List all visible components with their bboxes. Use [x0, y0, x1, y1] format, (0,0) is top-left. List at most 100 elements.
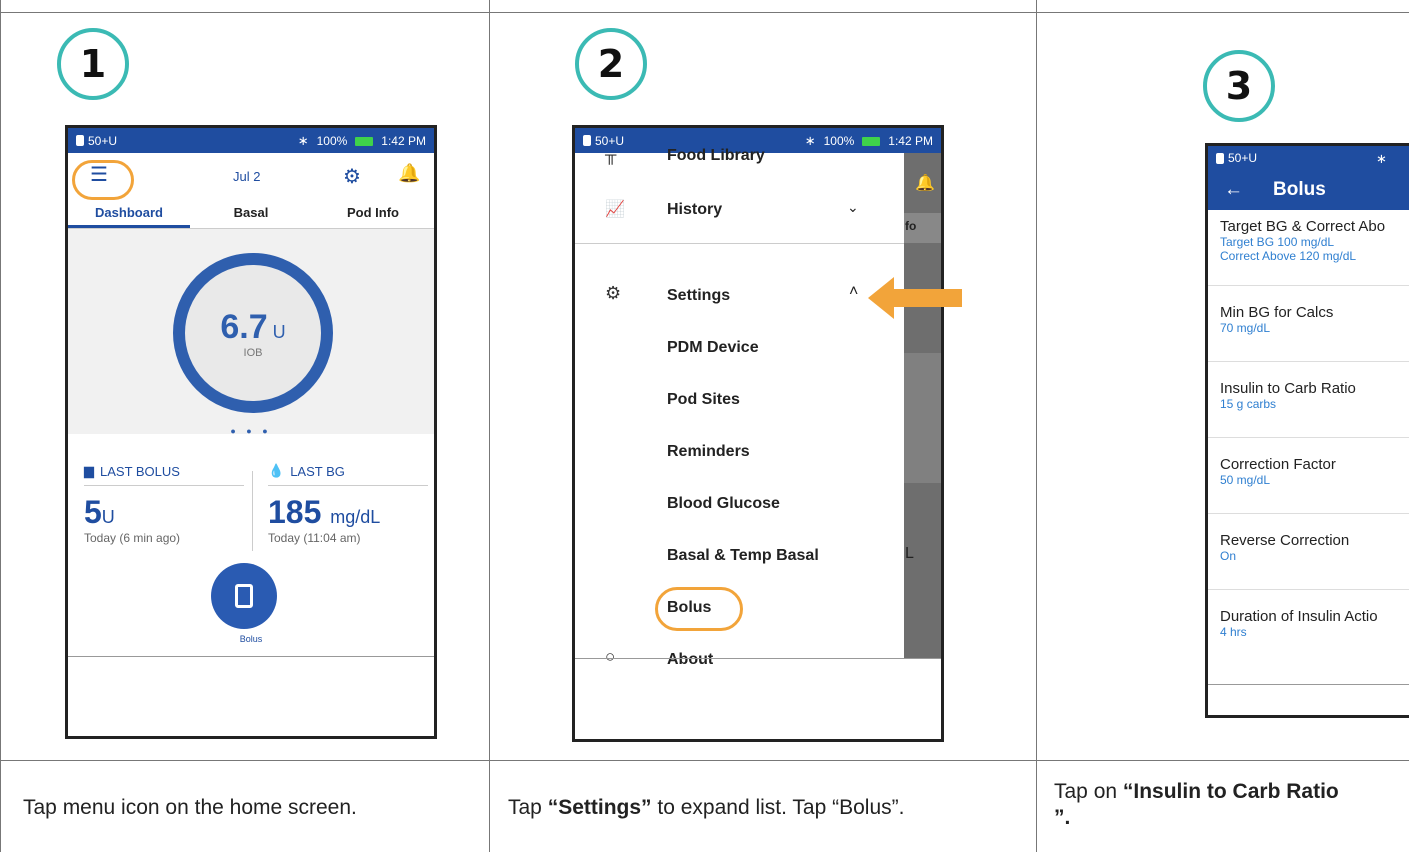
setting-title: Min BG for Calcs	[1220, 304, 1334, 321]
bolus-header: ← Bolus	[1208, 170, 1409, 210]
gear-icon: ⚙	[605, 283, 622, 303]
step-1-badge: 1	[57, 28, 129, 100]
phone-home-screen: 50+U ∗ 100% 1:42 PM ☰ Jul 2 ⚙ 🔔 Dashboar…	[65, 125, 437, 739]
dimmed-background[interactable]: 🔔 fo L	[901, 153, 941, 659]
bolus-highlight-ring	[655, 587, 743, 631]
status-bar: 50+U ∗ 100% 1:42 PM	[68, 128, 434, 153]
status-battery-percent: 100%	[316, 134, 348, 148]
setting-value: Correct Above 120 mg/dL	[1220, 249, 1357, 263]
status-time: 1:42 PM	[888, 134, 933, 148]
gear-icon[interactable]: ⚙	[343, 164, 361, 189]
nav-divider	[1208, 684, 1409, 685]
chevron-up-icon[interactable]: ˄	[849, 283, 858, 301]
menu-item-reminders[interactable]: Reminders	[667, 443, 750, 461]
setting-title: Target BG & Correct Abo	[1220, 218, 1386, 235]
menu-item-basal-temp-basal[interactable]: Basal & Temp Basal	[667, 547, 819, 565]
nav-divider	[68, 656, 434, 657]
last-bolus-value: 5U	[84, 494, 115, 530]
iob-ring[interactable]: 6.7 U IOB	[173, 253, 333, 413]
status-time: 1:42 PM	[381, 134, 426, 148]
menu-item-pdm-device[interactable]: PDM Device	[667, 339, 759, 357]
tab-basal[interactable]: Basal	[190, 199, 312, 228]
setting-value: 15 g carbs	[1220, 397, 1277, 411]
menu-item-blood-glucose[interactable]: Blood Glucose	[667, 495, 780, 513]
menu-item-settings[interactable]: Settings	[667, 287, 730, 305]
setting-row-target-bg[interactable]: Target BG & Correct Abo Target BG 100 mg…	[1208, 210, 1409, 286]
home-tabs: Dashboard Basal Pod Info	[68, 199, 434, 229]
step-3-badge: 3	[1203, 50, 1275, 122]
menu-item-pod-sites[interactable]: Pod Sites	[667, 391, 740, 409]
bluetooth-icon: ∗	[1376, 151, 1387, 166]
page-indicator: ● ● ●	[230, 426, 272, 436]
pod-battery-icon	[583, 135, 591, 146]
last-bg-header: 💧 LAST BG	[268, 463, 428, 486]
screen-title: Bolus	[1273, 179, 1326, 200]
step-2-badge: 2	[575, 28, 647, 100]
table-column-divider-1	[489, 0, 490, 852]
setting-title: Correction Factor	[1220, 456, 1336, 473]
battery-icon	[862, 136, 881, 146]
bluetooth-icon: ∗	[804, 133, 816, 148]
iob-panel: 6.7 U IOB ● ● ●	[68, 229, 434, 436]
setting-row-insulin-carb-ratio[interactable]: Insulin to Carb Ratio 15 g carbs	[1208, 362, 1409, 438]
setting-value: 50 mg/dL	[1220, 473, 1271, 487]
date-label: Jul 2	[233, 169, 261, 184]
dimmed-unit-text: L	[905, 545, 914, 562]
chart-line-icon: 📈	[605, 201, 625, 218]
step-2-caption: Tap “Settings” to expand list. Tap “Bolu…	[508, 796, 905, 819]
menu-item-about[interactable]: About	[667, 651, 713, 669]
table-row-divider	[0, 760, 1409, 761]
table-column-divider-2	[1036, 0, 1037, 852]
setting-value: Target BG 100 mg/dL	[1220, 235, 1335, 249]
last-bg-value: 185 mg/dL	[268, 494, 381, 530]
last-bg-panel: 💧 LAST BG 185 mg/dL Today (11:04 am)	[268, 463, 428, 545]
pod-battery-icon	[76, 135, 84, 146]
status-bar: 50+U ∗	[1208, 146, 1409, 170]
last-bolus-panel: ▆ LAST BOLUS 5U Today (6 min ago)	[84, 463, 244, 545]
bolus-vial-icon: ▆	[84, 463, 94, 478]
bolus-button[interactable]	[211, 563, 277, 629]
chevron-down-icon[interactable]: ⌄	[847, 199, 859, 216]
iob-value: 6.7 U	[220, 307, 286, 346]
menu-item-food-library[interactable]: Food Library	[667, 147, 765, 165]
menu-item-history[interactable]: History	[667, 201, 722, 219]
bell-icon: 🔔	[915, 175, 935, 192]
last-bolus-time: Today (6 min ago)	[84, 531, 181, 545]
setting-value: 4 hrs	[1220, 625, 1247, 639]
status-insulin: 50+U	[1228, 151, 1258, 165]
tab-dashboard[interactable]: Dashboard	[68, 199, 190, 228]
setting-value: 70 mg/dL	[1220, 321, 1271, 335]
side-menu: ╥ Food Library 📈 History ⌄ ⚙ Settings ˄ …	[575, 147, 904, 668]
setting-row-reverse-correction[interactable]: Reverse Correction On	[1208, 514, 1409, 590]
bell-icon[interactable]: 🔔	[398, 163, 420, 184]
phone-menu-screen: 50+U ∗ 100% 1:42 PM 🔔 fo L ╥ Food Librar…	[572, 125, 944, 742]
battery-icon	[355, 136, 374, 146]
status-insulin: 50+U	[88, 133, 118, 148]
dimmed-panel	[901, 353, 941, 483]
last-bg-time: Today (11:04 am)	[268, 531, 361, 545]
iob-label: IOB	[243, 346, 263, 359]
bluetooth-icon: ∗	[297, 133, 309, 148]
fork-knife-icon: ╥	[605, 147, 617, 164]
menu-highlight-ring	[72, 160, 134, 200]
bolus-vial-icon	[235, 584, 253, 608]
setting-row-min-bg[interactable]: Min BG for Calcs 70 mg/dL	[1208, 286, 1409, 362]
pod-battery-icon	[1216, 152, 1224, 164]
step-3-caption: Tap on “Insulin to Carb Ratio”.	[1054, 780, 1339, 829]
phone-bolus-settings: 50+U ∗ ← Bolus Target BG & Correct Abo T…	[1205, 143, 1409, 718]
setting-row-insulin-action[interactable]: Duration of Insulin Actio 4 hrs	[1208, 590, 1409, 666]
status-battery-percent: 100%	[823, 134, 855, 148]
instruction-table: 1 2 3 50+U ∗ 100% 1:42 PM ☰ Jul 2 ⚙ 🔔 Da…	[0, 0, 1409, 852]
tab-pod-info[interactable]: Pod Info	[312, 199, 434, 228]
status-insulin: 50+U	[595, 133, 625, 148]
circle-icon: ○	[605, 647, 616, 666]
nav-divider	[575, 658, 941, 659]
menu-divider	[575, 243, 904, 244]
bolus-button-label: Bolus	[239, 634, 263, 644]
setting-row-correction-factor[interactable]: Correction Factor 50 mg/dL	[1208, 438, 1409, 514]
step-1-caption: Tap menu icon on the home screen.	[23, 796, 357, 819]
back-arrow-icon[interactable]: ←	[1224, 179, 1243, 201]
setting-title: Duration of Insulin Actio	[1220, 608, 1378, 625]
blood-drop-icon: 💧	[268, 463, 285, 478]
table-border-top	[0, 12, 1409, 13]
